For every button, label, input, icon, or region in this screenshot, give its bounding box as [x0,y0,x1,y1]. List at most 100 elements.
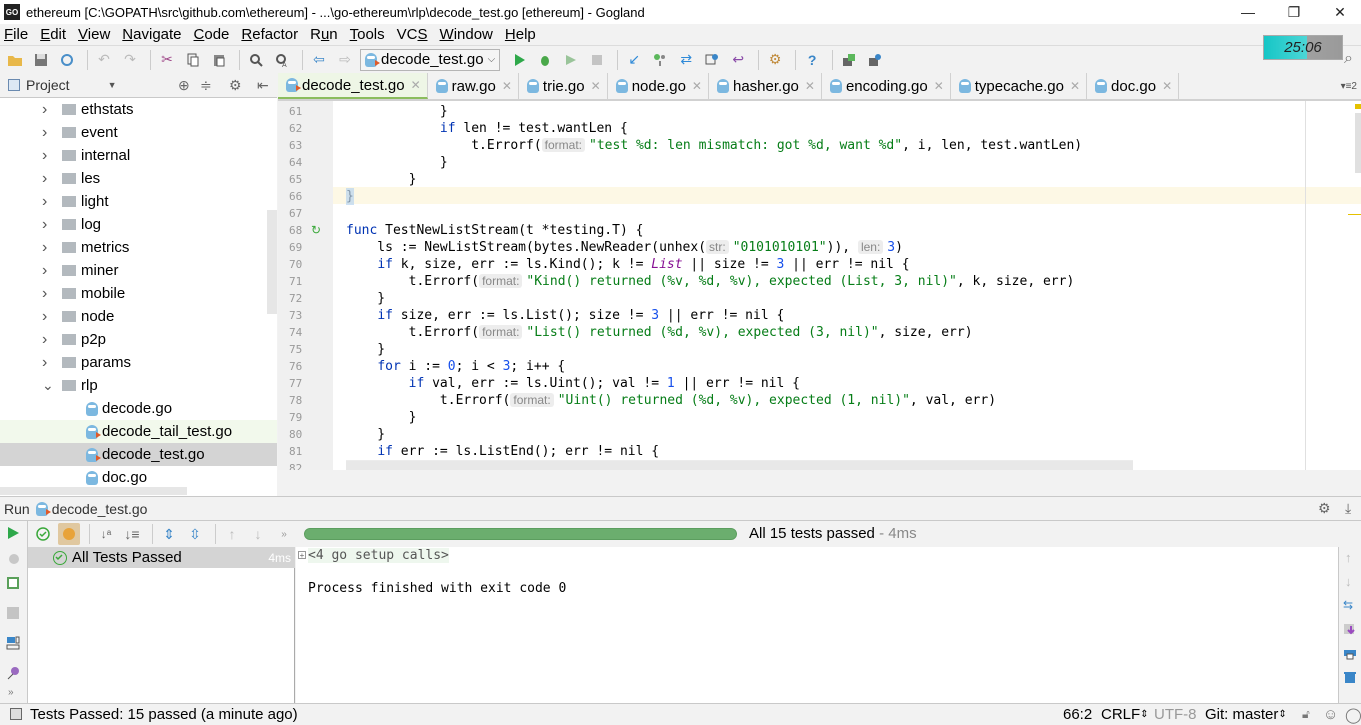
menu-edit[interactable]: Edit [40,26,66,43]
warning-stripe-marker[interactable] [1355,104,1361,109]
menu-code[interactable]: Code [194,26,230,43]
chevron-right-icon[interactable]: › [42,285,47,303]
editor-tab[interactable]: node.go ✕ [608,73,709,99]
menu-tools[interactable]: Tools [350,26,385,43]
menu-vcs[interactable]: VCS [397,26,428,43]
remote-icon[interactable] [864,49,886,71]
close-tab-icon[interactable]: ✕ [934,79,944,93]
chevron-right-icon[interactable]: › [42,331,47,349]
menu-run[interactable]: Run [310,26,338,43]
project-tree-item[interactable]: › light [0,190,277,213]
restore-button[interactable]: ❐ [1271,0,1317,24]
editor-tab[interactable]: encoding.go ✕ [822,73,951,99]
close-tab-icon[interactable]: ✕ [1070,79,1080,93]
setup-calls-fold[interactable]: <4 go setup calls> [308,548,449,563]
tool-windows-icon[interactable] [10,708,22,720]
chevron-down-icon[interactable]: ▼ [108,80,117,90]
stop-icon[interactable] [586,49,608,71]
chevron-down-icon[interactable]: ⌄ [42,377,54,394]
editor-tab[interactable]: typecache.go ✕ [951,73,1088,99]
project-tree-scrollbar[interactable] [267,210,277,314]
close-tab-icon[interactable]: ✕ [591,79,601,93]
trash-icon[interactable] [1343,670,1357,687]
sync-icon[interactable] [56,49,78,71]
sort-by-duration-icon[interactable]: ↓≡ [121,523,143,545]
pin-icon[interactable] [6,666,20,683]
vcs-commit-icon[interactable] [649,49,671,71]
editor-vertical-scrollbar[interactable] [1355,113,1361,173]
close-tab-icon[interactable]: ✕ [411,78,421,92]
chevron-right-icon[interactable]: › [42,262,47,280]
forward-icon[interactable]: ⇨ [334,49,356,71]
editor-tab[interactable]: raw.go ✕ [428,73,519,99]
find-icon[interactable] [245,49,267,71]
help-icon[interactable]: ? [801,49,823,71]
back-icon[interactable]: ⇦ [308,49,330,71]
undo-icon[interactable]: ↶ [93,49,115,71]
project-view-selector[interactable]: Project [26,77,70,93]
project-tree-item[interactable]: › mobile [0,282,277,305]
status-message[interactable]: Tests Passed: 15 passed (a minute ago) [30,706,298,723]
copy-icon[interactable] [182,49,204,71]
git-branch-selector[interactable]: Git: master ⇕ [1205,704,1287,725]
chevron-right-icon[interactable]: › [42,101,47,119]
chevron-right-icon[interactable]: › [42,354,47,372]
save-all-icon[interactable] [30,49,52,71]
tab-list-overflow-button[interactable]: ▾≡2 [1341,73,1361,99]
event-log-icon[interactable]: ◯ [1345,704,1361,725]
editor-horizontal-scrollbar[interactable] [346,461,1133,470]
menu-navigate[interactable]: Navigate [122,26,181,43]
test-root-node[interactable]: All Tests Passed 4ms [28,547,295,568]
sdk-icon[interactable] [838,49,860,71]
menu-view[interactable]: View [78,26,110,43]
line-separator-selector[interactable]: CRLF ⇕ [1101,704,1149,725]
close-tab-icon[interactable]: ✕ [692,79,702,93]
sort-alphabetically-icon[interactable]: ↓ᵃ [95,523,117,545]
more-icon[interactable]: » [8,687,14,698]
project-tree-item[interactable]: ⌄ rlp [0,374,277,397]
lock-icon[interactable]: 🔓︎ [1302,704,1310,725]
redo-icon[interactable]: ↷ [119,49,141,71]
more-icon[interactable]: » [273,523,295,545]
code-editor[interactable]: 61 62 63 64 65 66 67 68 69 70 71 72 73 74 75 76 77 78 79 80… [278,101,1361,470]
chevron-right-icon[interactable]: › [42,193,47,211]
project-tree-item[interactable]: › log [0,213,277,236]
show-passed-icon[interactable] [32,523,54,545]
project-tree-item[interactable]: decode_tail_test.go [0,420,277,443]
inspector-icon[interactable]: ☺ [1323,704,1338,725]
toggle-auto-test-icon[interactable] [6,576,20,593]
project-tree-item[interactable]: › node [0,305,277,328]
debug-icon[interactable] [534,49,556,71]
close-button[interactable]: ✕ [1317,0,1361,24]
project-tree-item[interactable]: › miner [0,259,277,282]
project-tree-item[interactable]: › metrics [0,236,277,259]
cut-icon[interactable]: ✂ [156,49,178,71]
run-test-gutter-icon[interactable]: ↻ [311,223,321,237]
expand-all-icon[interactable]: ⇕ [158,523,180,545]
print-icon[interactable] [1343,646,1357,663]
scroll-down-icon[interactable]: ↓ [1345,574,1352,589]
gear-icon[interactable]: ⚙ [229,77,242,94]
chevron-right-icon[interactable]: › [42,308,47,326]
editor-tab[interactable]: trie.go ✕ [519,73,608,99]
project-tree-item[interactable]: › p2p [0,328,277,351]
vcs-compare-icon[interactable]: ⇄ [675,49,697,71]
menu-help[interactable]: Help [505,26,536,43]
hide-panel-icon[interactable]: ⤓ [1345,500,1351,517]
search-everywhere-icon[interactable]: ⌕ [1344,50,1353,68]
gear-icon[interactable]: ⚙ [1318,500,1331,517]
close-tab-icon[interactable]: ✕ [502,79,512,93]
project-tree-item[interactable]: › internal [0,144,277,167]
run-tab-config[interactable]: decode_test.go [52,501,148,517]
replace-icon[interactable]: A [271,49,293,71]
close-tab-icon[interactable]: ✕ [805,79,815,93]
stop-icon[interactable] [6,606,20,623]
project-tree-item[interactable]: › les [0,167,277,190]
console-output[interactable]: + <4 go setup calls> Process finished wi… [296,547,1338,703]
next-failed-icon[interactable]: ↓ [247,523,269,545]
collapse-all-icon[interactable]: ≑ [200,77,212,94]
project-tree-item[interactable]: › params [0,351,277,374]
rerun-icon[interactable] [6,526,20,543]
rerun-failed-icon[interactable] [6,552,20,569]
editor-tab[interactable]: doc.go ✕ [1087,73,1180,99]
